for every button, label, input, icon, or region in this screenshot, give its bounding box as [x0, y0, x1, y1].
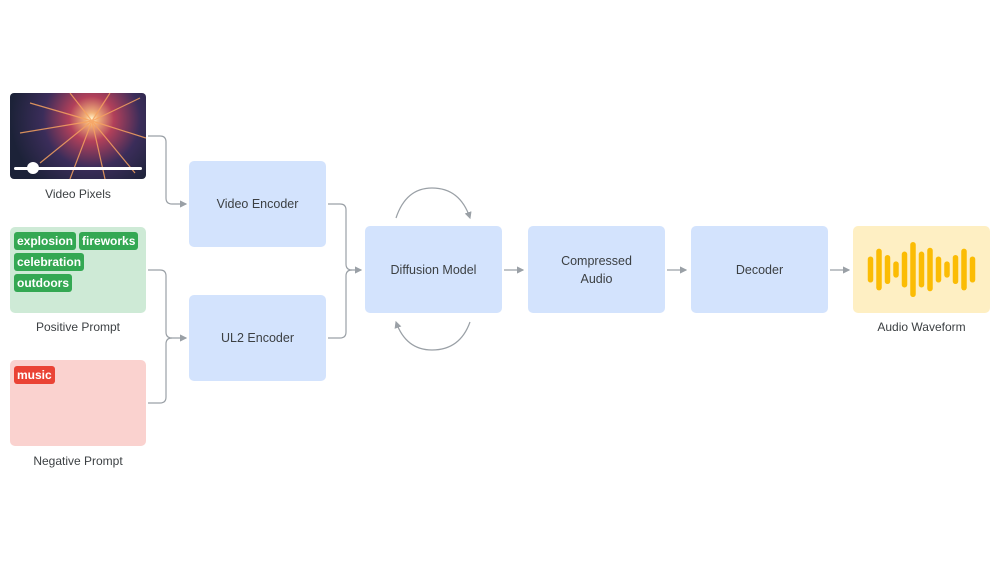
edge-positive-to-ul2: [148, 269, 188, 342]
waveform-bar: [893, 261, 899, 278]
waveform-bar: [935, 256, 942, 283]
audio-waveform-box: [853, 226, 990, 313]
waveform-bar: [944, 261, 950, 278]
prompt-tag: outdoors: [14, 274, 72, 292]
video-pixels-caption: Video Pixels: [45, 187, 111, 201]
positive-prompt-caption: Positive Prompt: [35, 320, 121, 334]
waveform-bar: [901, 251, 908, 288]
waveform-bar: [952, 255, 959, 284]
prompt-tag: celebration: [14, 253, 85, 271]
ul2-encoder-node: UL2 Encoder: [189, 295, 326, 381]
audio-waveform-caption: Audio Waveform: [877, 320, 966, 334]
video-encoder-node: Video Encoder: [189, 161, 326, 247]
edge-ul2-to-diffusion: [328, 269, 353, 339]
waveform-bar: [927, 247, 933, 292]
loop-bottom: [394, 320, 471, 351]
diffusion-model-node: Diffusion Model: [365, 226, 502, 313]
waveform-bar: [884, 255, 891, 284]
waveform-bar: [910, 241, 916, 298]
video-thumbnail: [10, 93, 146, 179]
edge-negative-to-ul2: [148, 337, 173, 404]
edge-video-encoder-to-diffusion: [328, 203, 363, 274]
waveform-bar: [867, 256, 874, 283]
waveform-icon: [867, 241, 976, 298]
waveform-bar: [961, 248, 967, 291]
video-scrubber-handle[interactable]: [27, 162, 39, 174]
loop-top: [395, 187, 472, 220]
compressed-audio-node: Compressed Audio: [528, 226, 665, 313]
prompt-tag: music: [14, 366, 55, 384]
edge-video-to-video-encoder: [148, 135, 188, 208]
positive-prompt-tags: explosion fireworks celebration outdoors: [14, 232, 142, 292]
negative-prompt-caption: Negative Prompt: [33, 454, 123, 468]
waveform-bar: [876, 248, 882, 291]
prompt-tag: explosion: [14, 232, 77, 250]
decoder-node: Decoder: [691, 226, 828, 313]
waveform-bar: [969, 256, 976, 283]
prompt-tag: fireworks: [79, 232, 139, 250]
negative-prompt-tags: music: [14, 366, 142, 384]
waveform-bar: [918, 251, 925, 288]
